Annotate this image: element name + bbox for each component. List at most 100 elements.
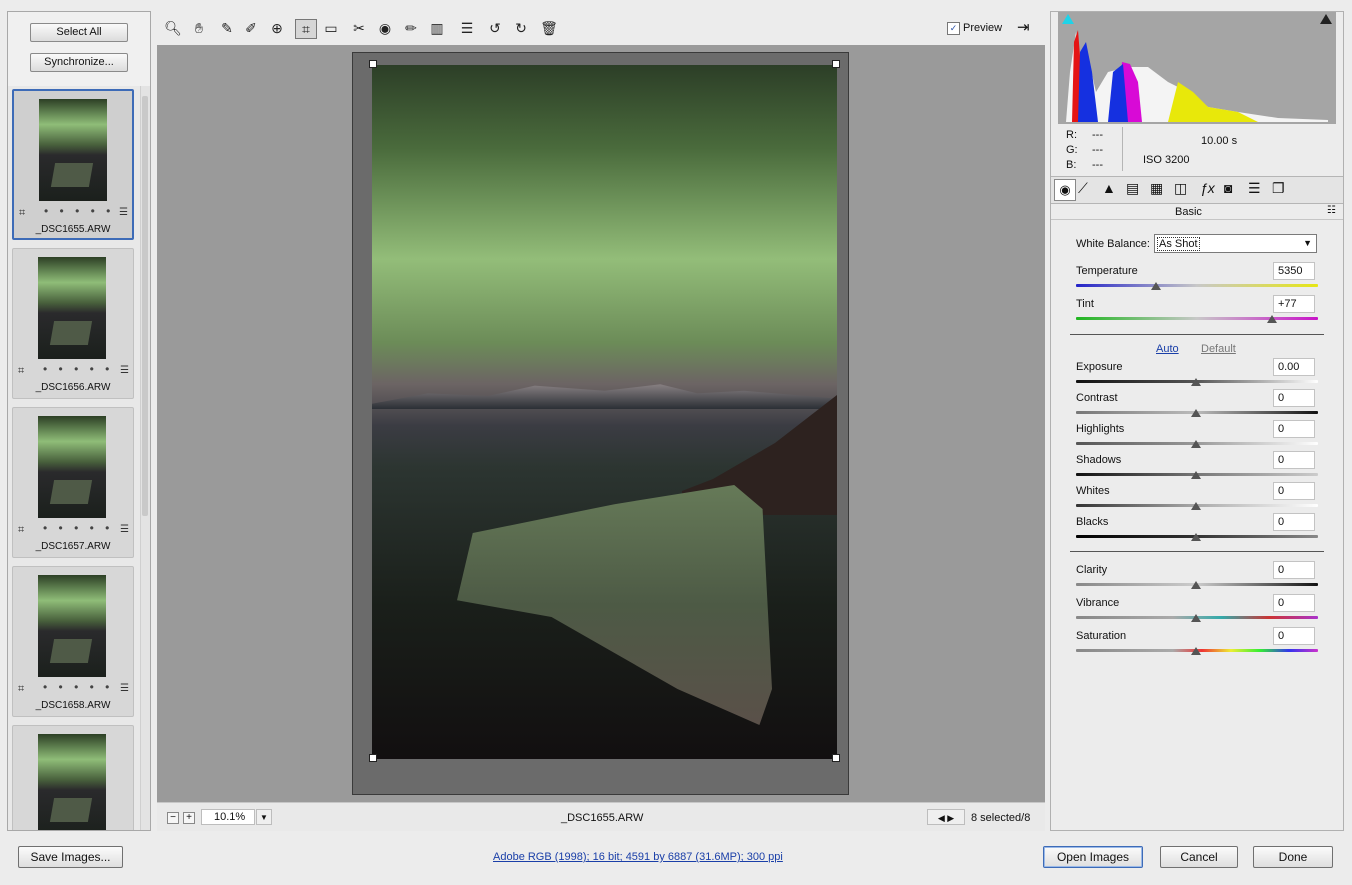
filmstrip-item[interactable]: ⌗ • • • • • ☰ _DSC1656.ARW xyxy=(12,248,134,399)
filmstrip-item[interactable]: ⌗ • • • • • ☰ _DSC1657.ARW xyxy=(12,407,134,558)
prev-next-arrows-icon[interactable]: ◀ ▶ xyxy=(927,809,965,825)
crop-handle[interactable] xyxy=(832,60,840,68)
synchronize-button[interactable]: Synchronize... xyxy=(30,53,128,72)
trash-icon[interactable]: 🗑︎ xyxy=(539,19,559,37)
vibrance-slider-handle[interactable] xyxy=(1191,614,1201,622)
clarity-field[interactable]: 0 xyxy=(1273,561,1315,579)
snapshots-tab-icon[interactable]: ❐ xyxy=(1272,180,1285,197)
vibrance-field[interactable]: 0 xyxy=(1273,594,1315,612)
contrast-slider-handle[interactable] xyxy=(1191,409,1201,417)
crop-handle[interactable] xyxy=(369,754,377,762)
rotate-right-icon[interactable]: ↻ xyxy=(511,19,531,37)
blacks-field[interactable]: 0 xyxy=(1273,513,1315,531)
basic-tab-icon[interactable]: ◉ xyxy=(1054,179,1076,201)
exposure-slider-handle[interactable] xyxy=(1191,378,1201,386)
save-images-button[interactable]: Save Images... xyxy=(18,846,123,868)
zoom-out-icon[interactable]: − xyxy=(167,812,179,824)
highlight-clipping-icon[interactable] xyxy=(1320,14,1332,24)
split-toning-tab-icon[interactable]: ▦ xyxy=(1150,180,1163,197)
effects-tab-icon[interactable]: ƒx xyxy=(1200,180,1215,196)
crop-handle[interactable] xyxy=(832,754,840,762)
filmstrip-item[interactable]: ⌗ • • • • • ☰ _DSC1655.ARW xyxy=(12,89,134,240)
shadows-label: Shadows xyxy=(1076,454,1122,466)
highlights-slider-handle[interactable] xyxy=(1191,440,1201,448)
done-button[interactable]: Done xyxy=(1253,846,1333,868)
temperature-field[interactable]: 5350 xyxy=(1273,262,1315,280)
filmstrip-item[interactable] xyxy=(12,725,134,830)
shadows-field[interactable]: 0 xyxy=(1273,451,1315,469)
auto-link[interactable]: Auto xyxy=(1156,343,1179,355)
highlights-field[interactable]: 0 xyxy=(1273,420,1315,438)
spot-removal-icon[interactable]: ✂ xyxy=(349,19,369,37)
camera-calibration-tab-icon[interactable]: ◙ xyxy=(1224,180,1232,196)
preview-checkbox[interactable]: ✓ xyxy=(947,22,960,35)
rating-dots[interactable]: • • • • • xyxy=(43,521,113,535)
shadows-slider-handle[interactable] xyxy=(1191,471,1201,479)
adjusted-badge-icon: ☰ xyxy=(120,524,129,535)
targeted-adjustment-icon[interactable]: ⊕ xyxy=(267,19,287,37)
temperature-slider-handle[interactable] xyxy=(1151,282,1161,290)
default-link[interactable]: Default xyxy=(1201,343,1236,355)
white-balance-icon[interactable]: ✎ xyxy=(217,19,237,37)
zoom-dropdown-icon[interactable]: ▼ xyxy=(256,809,272,825)
presets-tab-icon[interactable]: ☰ xyxy=(1248,180,1261,197)
blacks-slider-handle[interactable] xyxy=(1191,533,1201,541)
tint-field[interactable]: +77 xyxy=(1273,295,1315,313)
zoom-in-icon[interactable]: + xyxy=(183,812,195,824)
graduated-filter-icon[interactable]: ▥ xyxy=(427,19,447,37)
shutter-speed: 10.00 s xyxy=(1201,135,1238,147)
whites-field[interactable]: 0 xyxy=(1273,482,1315,500)
zoom-field[interactable]: 10.1% xyxy=(201,809,255,825)
cancel-button[interactable]: Cancel xyxy=(1160,846,1238,868)
detail-tab-icon[interactable]: ▲ xyxy=(1102,180,1116,196)
iso-value: ISO 3200 xyxy=(1143,154,1190,166)
rating-dots[interactable]: • • • • • xyxy=(43,362,113,376)
saturation-field[interactable]: 0 xyxy=(1273,627,1315,645)
adjustment-brush-icon[interactable]: ✏ xyxy=(401,19,421,37)
contrast-label: Contrast xyxy=(1076,392,1118,404)
saturation-slider-handle[interactable] xyxy=(1191,647,1201,655)
crop-handle[interactable] xyxy=(369,60,377,68)
preferences-icon[interactable]: ☰ xyxy=(457,19,477,37)
filmstrip-item[interactable]: ⌗ • • • • • ☰ _DSC1658.ARW xyxy=(12,566,134,717)
color-sampler-icon[interactable]: ✐ xyxy=(241,19,261,37)
straighten-icon[interactable]: ▭ xyxy=(321,19,341,37)
rating-dots[interactable]: • • • • • xyxy=(44,204,114,218)
scrollbar-thumb[interactable] xyxy=(142,96,148,516)
tint-slider-handle[interactable] xyxy=(1267,315,1277,323)
hsl-tab-icon[interactable]: ▤ xyxy=(1126,180,1139,197)
tint-slider[interactable] xyxy=(1076,317,1318,320)
rating-dots[interactable]: • • • • • xyxy=(43,680,113,694)
crop-badge-icon: ⌗ xyxy=(18,524,25,536)
hand-icon[interactable]: ✋︎ xyxy=(189,19,209,37)
shadow-clipping-icon[interactable] xyxy=(1062,14,1074,24)
clarity-slider-handle[interactable] xyxy=(1191,581,1201,589)
lens-corrections-tab-icon[interactable]: ◫ xyxy=(1174,180,1187,197)
g-label: G: xyxy=(1066,144,1078,156)
crop-icon[interactable]: ⌗ xyxy=(295,19,317,39)
thumbnail-filename: _DSC1658.ARW xyxy=(35,700,111,711)
white-balance-select[interactable]: As Shot ▼ xyxy=(1154,234,1317,253)
adjusted-badge-icon: ☰ xyxy=(120,683,129,694)
status-bar: − + 10.1% ▼ _DSC1655.ARW ◀ ▶ 8 selected/… xyxy=(157,802,1045,831)
saturation-label: Saturation xyxy=(1076,630,1127,642)
panel-menu-icon[interactable]: ☷ xyxy=(1327,205,1336,216)
whites-slider-handle[interactable] xyxy=(1191,502,1201,510)
temperature-slider[interactable] xyxy=(1076,284,1318,287)
crop-badge-icon: ⌗ xyxy=(18,683,25,695)
whites-label: Whites xyxy=(1076,485,1110,497)
tone-curve-tab-icon[interactable]: ⟋ xyxy=(1078,180,1088,197)
b-value: --- xyxy=(1092,159,1103,171)
exposure-field[interactable]: 0.00 xyxy=(1273,358,1315,376)
red-eye-icon[interactable]: ◉ xyxy=(375,19,395,37)
divider xyxy=(1070,551,1324,552)
photo-image xyxy=(372,65,837,759)
open-images-button[interactable]: Open Images xyxy=(1043,846,1143,868)
fullscreen-icon[interactable]: ⇥ xyxy=(1017,18,1030,36)
contrast-field[interactable]: 0 xyxy=(1273,389,1315,407)
rotate-left-icon[interactable]: ↺ xyxy=(485,19,505,37)
zoom-icon[interactable]: 🔍︎ xyxy=(163,19,183,37)
workflow-options-link[interactable]: Adobe RGB (1998); 16 bit; 4591 by 6887 (… xyxy=(493,851,783,863)
select-all-button[interactable]: Select All xyxy=(30,23,128,42)
filmstrip-scrollbar[interactable] xyxy=(140,86,150,830)
